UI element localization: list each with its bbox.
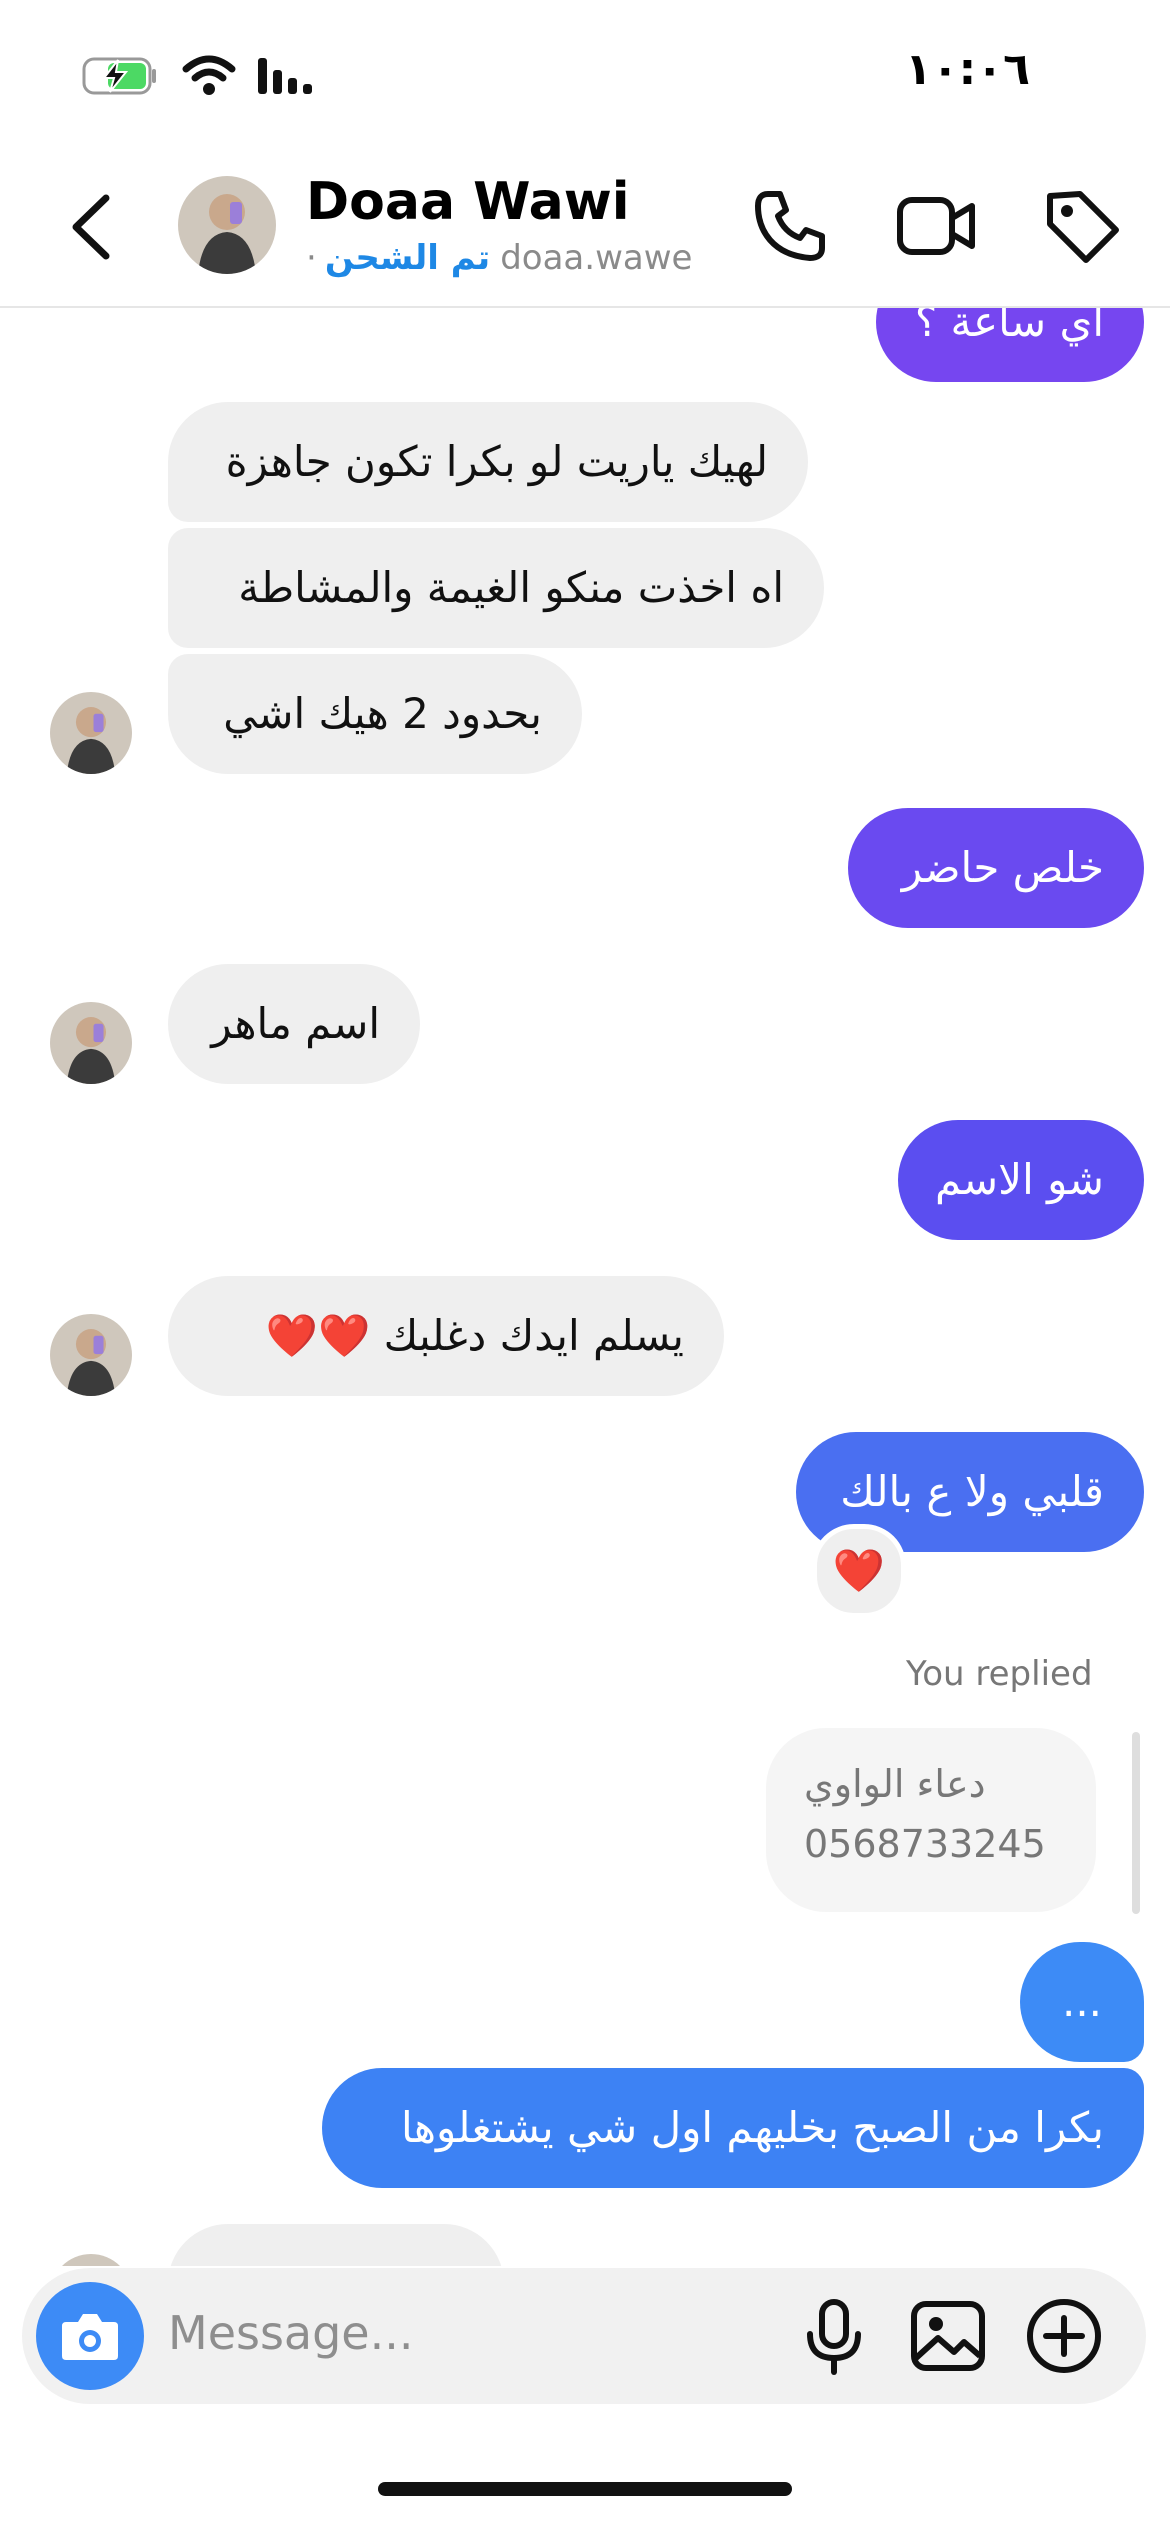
message-incoming[interactable]: ...يا تقسيمة كا xyxy=(168,2224,504,2266)
wifi-icon xyxy=(182,55,236,97)
phone-icon[interactable] xyxy=(750,186,830,266)
message-incoming[interactable]: بحدود 2 هيك اشي xyxy=(168,654,582,774)
home-indicator xyxy=(378,2482,792,2496)
clock: ١٠:٠٦ xyxy=(904,44,1030,95)
status-bar: ١٠:٠٦ xyxy=(0,0,1170,150)
replied-label: You replied xyxy=(906,1654,1093,1694)
camera-icon[interactable] xyxy=(36,2282,144,2390)
battery-charging-icon xyxy=(82,56,158,96)
avatar[interactable] xyxy=(50,692,132,774)
contact-username: doaa.wawe xyxy=(500,238,693,278)
message-outgoing[interactable]: أي ساعة ؟ xyxy=(876,306,1144,382)
quoted-name: دعاء الواوي xyxy=(804,1762,986,1806)
avatar[interactable] xyxy=(50,1314,132,1396)
message-outgoing[interactable]: خلص حاضر xyxy=(848,808,1144,928)
reply-indicator-bar xyxy=(1132,1732,1140,1914)
message-input[interactable]: Message... xyxy=(168,2306,413,2360)
chat-header: Doaa Wawi · تم الشحن doaa.wawe xyxy=(0,150,1170,308)
avatar[interactable] xyxy=(50,1002,132,1084)
message-incoming[interactable]: اه اخذت منكو الغيمة والمشاطة xyxy=(168,528,824,648)
microphone-icon[interactable] xyxy=(792,2294,876,2378)
plus-circle-icon[interactable] xyxy=(1022,2294,1106,2378)
quoted-phone: 0568733245 xyxy=(804,1822,1046,1866)
message-outgoing[interactable]: ... xyxy=(1020,1942,1144,2062)
contact-subtitle: · تم الشحن doaa.wawe xyxy=(306,238,692,278)
message-composer[interactable]: Message... xyxy=(22,2268,1146,2404)
signal-icon xyxy=(256,56,316,96)
contact-name[interactable]: Doaa Wawi xyxy=(306,172,630,232)
avatar[interactable] xyxy=(50,2254,132,2266)
avatar[interactable] xyxy=(178,176,276,274)
message-incoming[interactable]: اسم ماهر xyxy=(168,964,420,1084)
back-chevron-icon[interactable] xyxy=(64,188,120,266)
separator-dot: · xyxy=(306,238,317,278)
image-icon[interactable] xyxy=(906,2294,990,2378)
message-outgoing[interactable]: شو الاسم xyxy=(898,1120,1144,1240)
message-incoming[interactable]: يسلم ايدك دغلبك ❤️❤️ xyxy=(168,1276,724,1396)
heart-reaction-icon[interactable]: ❤️ xyxy=(812,1524,906,1618)
video-camera-icon[interactable] xyxy=(896,186,976,266)
contact-status: تم الشحن xyxy=(324,238,491,278)
tag-icon[interactable] xyxy=(1042,186,1122,266)
message-incoming[interactable]: لهيك ياريت لو بكرا تكون جاهزة xyxy=(168,402,808,522)
message-list[interactable]: أي ساعة ؟ لهيك ياريت لو بكرا تكون جاهزة … xyxy=(0,306,1170,2266)
message-outgoing[interactable]: بكرا من الصبح بخليهم اول شي يشتغلوها xyxy=(322,2068,1144,2188)
quoted-reply[interactable]: دعاء الواوي 0568733245 xyxy=(766,1728,1096,1912)
